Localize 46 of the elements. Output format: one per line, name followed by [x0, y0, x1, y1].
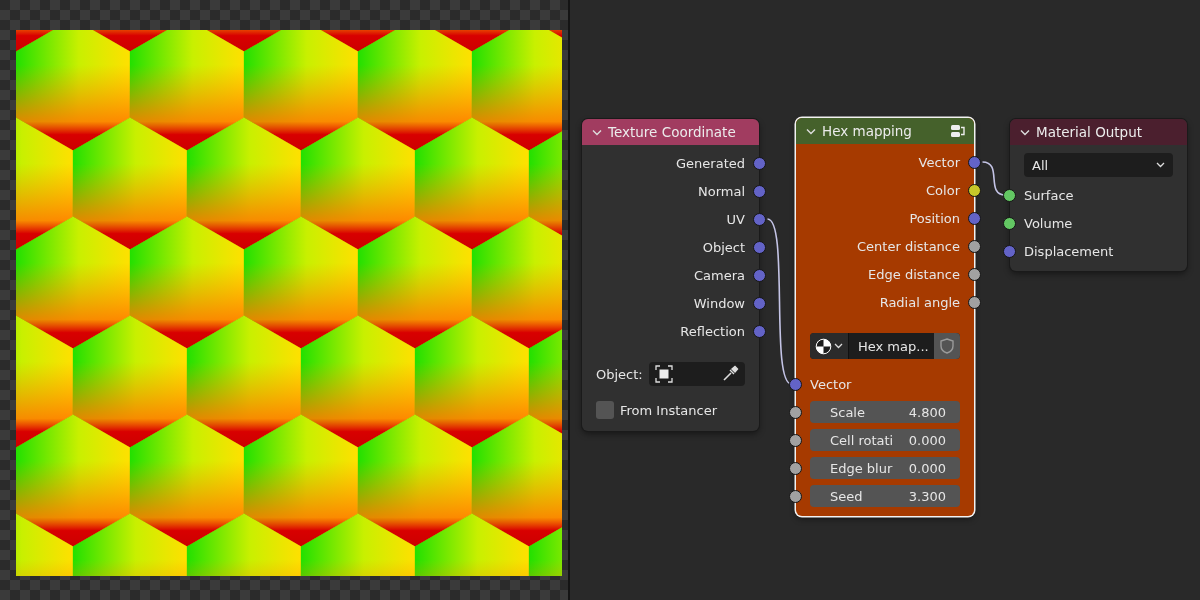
chevron-icon[interactable] — [592, 128, 602, 136]
socket-label: Window — [693, 295, 745, 311]
object-field[interactable] — [648, 362, 745, 386]
socket-label: Center distance — [857, 238, 960, 254]
node-title: Texture Coordinate — [608, 124, 737, 140]
socket-label: Reflection — [680, 323, 745, 339]
socket-label: Edge distance — [868, 266, 960, 282]
socket-label: Volume — [1024, 215, 1073, 231]
node-header[interactable]: Hex mapping — [796, 118, 974, 144]
node-header[interactable]: Material Output — [1010, 119, 1187, 145]
node-title: Material Output — [1036, 124, 1144, 140]
socket-label: Camera — [693, 267, 745, 283]
number-field[interactable]: Scale 4.800 — [810, 401, 960, 423]
shield-icon — [940, 338, 954, 354]
checkbox[interactable] — [596, 401, 614, 419]
socket-label: Position — [909, 210, 960, 226]
caret-icon — [1156, 162, 1165, 168]
checkbox-label: From Instancer — [620, 402, 717, 418]
target-dropdown[interactable]: All — [1024, 153, 1173, 177]
socket-label: Normal — [697, 183, 745, 199]
socket-label: Vector — [918, 154, 960, 170]
number-field[interactable]: Cell rotati 0.000 — [810, 429, 960, 451]
field-label: Object: — [596, 366, 643, 382]
node-tree-icon — [815, 337, 832, 355]
node-title: Hex mapping — [822, 123, 913, 139]
datablock-selector[interactable]: Hex map... — [810, 333, 960, 359]
socket-label: Color — [926, 182, 960, 198]
socket-label: Generated — [676, 155, 745, 171]
socket-label: Displacement — [1024, 243, 1114, 259]
datablock-name-field[interactable]: Hex map... — [849, 333, 934, 359]
number-field[interactable]: Edge blur 0.000 — [810, 457, 960, 479]
chevron-icon[interactable] — [1020, 128, 1030, 136]
socket-label: Object — [702, 239, 745, 255]
fake-user-button[interactable] — [934, 333, 960, 359]
socket-label: Vector — [810, 376, 852, 392]
socket-label: UV — [726, 211, 745, 227]
socket-label: Surface — [1024, 187, 1074, 203]
eyedropper-icon[interactable] — [721, 365, 739, 383]
chevron-icon[interactable] — [806, 127, 816, 135]
object-icon — [654, 365, 673, 383]
node-header[interactable]: Texture Coordinate — [582, 119, 759, 145]
browse-button[interactable] — [810, 333, 849, 359]
socket-label: Radial angle — [879, 294, 960, 310]
number-field[interactable]: Seed 3.300 — [810, 485, 960, 507]
caret-icon — [834, 343, 843, 349]
node-group-icon[interactable] — [950, 123, 966, 139]
